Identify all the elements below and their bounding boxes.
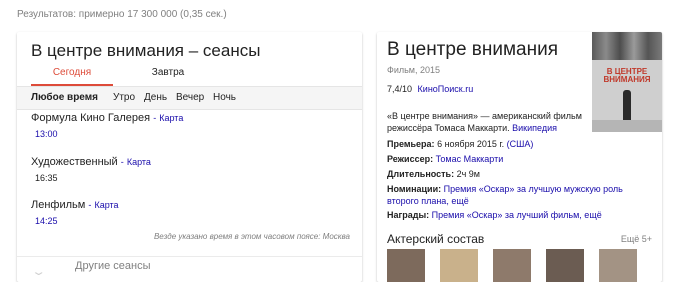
showtimes-card: В центре внимания – сеансы Сегодня Завтр… (17, 32, 362, 282)
movie-poster[interactable]: В ЦЕНТРЕ ВНИМАНИЯ (592, 32, 662, 132)
nominations-label: Номинации: (387, 184, 442, 194)
cinema-row: Формула Кино Галерея - Карта (31, 112, 183, 124)
awards-row: Награды: Премия «Оскар» за лучший фильм,… (387, 209, 652, 221)
rating-source-link[interactable]: КиноПоиск.ru (418, 84, 474, 94)
map-link[interactable]: Карта (127, 157, 151, 167)
duration-label: Длительность: (387, 169, 455, 179)
poster-figure (623, 90, 631, 122)
tab-tomorrow[interactable]: Завтра (127, 66, 209, 84)
separator: - (88, 200, 92, 210)
cinema-row: Ленфильм - Карта (31, 199, 119, 211)
timezone-note: Везде указано время в этом часовом поясе… (153, 232, 350, 241)
knowledge-panel: В центре внимания Фильм, 2015 7,4/10 Кин… (377, 32, 662, 282)
actor-photo[interactable] (493, 249, 531, 282)
cinema-row: Художественный - Карта (31, 156, 151, 168)
premiere-row: Премьера: 6 ноября 2015 г. (США) (387, 138, 652, 150)
separator: - (120, 157, 124, 167)
duration-row: Длительность: 2ч 9м (387, 168, 652, 180)
cast-more-link[interactable]: Ещё 5+ (621, 234, 652, 244)
poster-cast-faces (592, 32, 662, 60)
awards-link[interactable]: Премия «Оскар» за лучший фильм, ещё (432, 210, 602, 220)
movie-title: В центре внимания (387, 39, 559, 60)
map-link[interactable]: Карта (94, 200, 118, 210)
day-tabs: Сегодня Завтра (17, 66, 362, 86)
cast-heading: Актерский состав (387, 232, 485, 246)
other-sessions-row[interactable]: ⌄ Другие сеансы (17, 256, 362, 282)
showtime-link[interactable]: 13:00 (35, 129, 58, 139)
showtimes-title: В центре внимания – сеансы (31, 41, 261, 60)
cinema-name: Ленфильм (31, 199, 86, 211)
director-link[interactable]: Томас Маккарти (436, 154, 504, 164)
poster-ground (592, 120, 662, 132)
separator: - (153, 113, 157, 123)
movie-description: «В центре внимания» — американский фильм… (387, 110, 587, 134)
actor-photo[interactable] (387, 249, 425, 282)
premiere-country-link[interactable]: (США) (507, 139, 534, 149)
rating: 7,4/10 КиноПоиск.ru (387, 84, 473, 94)
time-filters: Любое время Утро День Вечер Ночь (17, 86, 362, 110)
actor-photo[interactable] (440, 249, 478, 282)
filter-any-time[interactable]: Любое время (31, 92, 98, 103)
tab-today[interactable]: Сегодня (31, 66, 113, 86)
chevron-down-icon: ⌄ (31, 265, 47, 278)
wikipedia-link[interactable]: Википедия (512, 123, 557, 133)
premiere-value: 6 ноября 2015 г. (437, 139, 505, 149)
duration-value: 2ч 9м (456, 169, 480, 179)
nominations-row: Номинации: Премия «Оскар» за лучшую мужс… (387, 183, 652, 207)
cinema-name: Формула Кино Галерея (31, 112, 151, 124)
other-sessions-label[interactable]: Другие сеансы (75, 260, 151, 272)
rating-value: 7,4/10 (387, 84, 413, 94)
filter-day[interactable]: День (144, 92, 167, 103)
map-link[interactable]: Карта (159, 113, 183, 123)
director-label: Режиссер: (387, 154, 434, 164)
showtime: 16:35 (35, 173, 58, 183)
filter-morning[interactable]: Утро (113, 92, 135, 103)
showtime-link[interactable]: 14:25 (35, 216, 58, 226)
filter-night[interactable]: Ночь (213, 92, 236, 103)
actor-photo[interactable] (599, 249, 637, 282)
poster-title: В ЦЕНТРЕ ВНИМАНИЯ (603, 67, 651, 84)
director-row: Режиссер: Томас Маккарти (387, 153, 652, 165)
awards-label: Награды: (387, 210, 430, 220)
actor-photo[interactable] (546, 249, 584, 282)
cinema-name: Художественный (31, 156, 118, 168)
results-stats: Результатов: примерно 17 300 000 (0,35 с… (17, 9, 227, 20)
movie-subtitle: Фильм, 2015 (387, 65, 441, 75)
filter-evening[interactable]: Вечер (176, 92, 204, 103)
premiere-label: Премьера: (387, 139, 435, 149)
